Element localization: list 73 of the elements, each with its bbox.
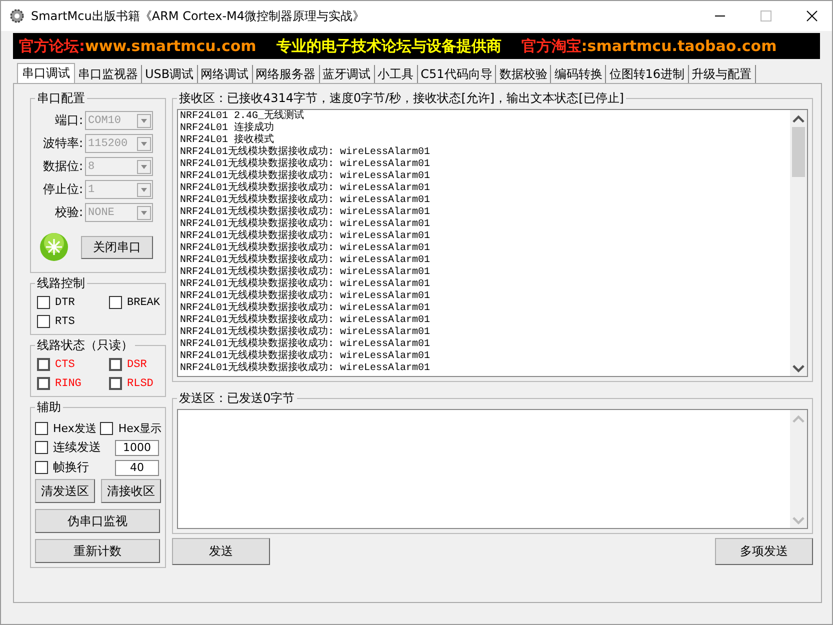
checkbox-label: Hex发送 [53,421,96,436]
close-port-button[interactable]: 关闭串口 [81,236,153,258]
tab[interactable]: 蓝牙调试 [320,65,375,83]
banner-text: 专业的电子技术论坛与设备提供商 [276,36,502,56]
checkbox[interactable] [37,296,50,309]
input-field[interactable]: 40 [115,460,159,476]
status-label: RING [55,378,82,390]
checkbox[interactable] [35,441,48,454]
output-line: NRF24L01无线模块数据接收成功: wireLessAlarm01 [180,195,432,206]
output-line: NRF24L01无线模块数据接收成功: wireLessAlarm01 [180,303,432,314]
field-label: 停止位: [42,181,83,198]
output-line: NRF24L01无线模块数据接收成功: wireLessAlarm01 [180,219,432,230]
scroll-thumb[interactable] [792,127,805,177]
status-label: CTS [55,358,75,370]
group-title: 线路状态（只读） [36,337,134,354]
multi-send-button[interactable]: 多项发送 [715,538,813,565]
field-label: 数据位: [42,158,83,175]
output-line: NRF24L01 接收模式 [180,135,276,146]
checkbox-label: 帧换行 [53,459,89,476]
output-line: NRF24L01无线模块数据接收成功: wireLessAlarm01 [180,183,432,194]
checkbox[interactable] [100,422,114,435]
group-title: 接收区：已接收4314字节，速度0字节/秒，接收状态[允许]，输出文本状态[已停止] [178,90,625,107]
checkbox[interactable] [35,422,48,435]
checkbox[interactable] [37,315,50,328]
output-line: NRF24L01无线模块数据接收成功: wireLessAlarm01 [180,231,432,242]
checkbox-label: BREAK [127,296,160,308]
group-title: 发送区：已发送0字节 [178,390,296,407]
output-line: NRF24L01无线模块数据接收成功: wireLessAlarm01 [180,159,432,170]
app-icon [9,8,25,24]
field-label: 校验: [54,204,83,221]
tab[interactable]: 小工具 [374,65,418,83]
group-title: 线路控制 [36,275,86,292]
field-label: 波特率: [42,135,83,152]
clear-button[interactable]: 清发送区 [35,479,95,503]
banner-text: 官方淘宝 [521,36,582,56]
banner-text: :smartmcu.taobao.com [581,37,777,55]
action-button[interactable]: 重新计数 [35,539,160,563]
output-line: NRF24L01 2.4G_无线测试 [180,111,306,122]
clear-button[interactable]: 清接收区 [101,479,161,503]
window-title: SmartMcu出版书籍《ARM Cortex-M4微控制器原理与实战》 [31,8,365,24]
output-line: NRF24L01无线模块数据接收成功: wireLessAlarm01 [180,327,432,338]
action-button[interactable]: 伪串口监视 [35,509,160,533]
output-line: NRF24L01无线模块数据接收成功: wireLessAlarm01 [180,279,432,290]
output-line: NRF24L01无线模块数据接收成功: wireLessAlarm01 [180,147,432,158]
banner-text: www.smartmcu.com [85,37,256,55]
output-line: NRF24L01无线模块数据接收成功: wireLessAlarm01 [180,255,432,266]
field-label: 端口: [54,112,83,129]
scrollbar[interactable] [790,110,807,376]
output-line: NRF24L01无线模块数据接收成功: wireLessAlarm01 [180,351,432,362]
group-title: 串口配置 [36,90,86,107]
checkbox-label: 连续发送 [53,439,101,456]
checkbox[interactable] [109,296,122,309]
banner-text: 官方论坛: [19,36,85,56]
group-title: 辅助 [36,399,62,416]
output-line: NRF24L01无线模块数据接收成功: wireLessAlarm01 [180,243,432,254]
close-icon[interactable] [806,10,818,22]
tab[interactable]: 串口调试 [17,63,75,83]
checkbox-label: Hex显示 [118,421,162,436]
status-label: RLSD [127,378,154,390]
input-field[interactable]: 1000 [115,440,159,456]
checkbox-label: RTS [55,316,75,328]
output-line: NRF24L01无线模块数据接收成功: wireLessAlarm01 [180,291,432,302]
checkbox[interactable] [35,461,48,474]
output-line: NRF24L01无线模块数据接收成功: wireLessAlarm01 [180,207,432,218]
output-line: NRF24L01无线模块数据接收成功: wireLessAlarm01 [180,171,432,182]
output-line: NRF24L01无线模块数据接收成功: wireLessAlarm01 [180,363,432,375]
output-line: NRF24L01 连接成功 [180,123,276,134]
output-line: NRF24L01无线模块数据接收成功: wireLessAlarm01 [180,315,432,326]
status-label: DSR [127,358,147,370]
send-button[interactable]: 发送 [172,538,270,565]
output-line: NRF24L01无线模块数据接收成功: wireLessAlarm01 [180,267,432,278]
checkbox-label: DTR [55,296,75,308]
output-line: NRF24L01无线模块数据接收成功: wireLessAlarm01 [180,339,432,350]
